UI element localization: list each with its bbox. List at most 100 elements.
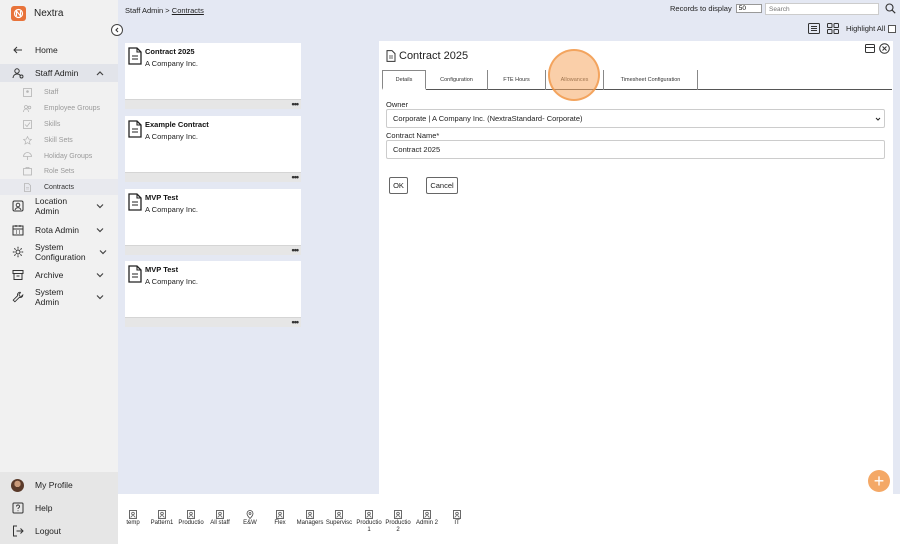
search-icon[interactable] [885,3,896,14]
sidebar-item-my-profile[interactable]: My Profile [0,477,118,493]
user-icon [394,510,402,519]
user-icon [276,510,284,519]
more-options-icon[interactable]: ••• [292,172,300,182]
chevron-up-icon [96,71,104,76]
tab-details[interactable]: Details [382,70,426,90]
document-icon [128,120,142,138]
sidebar-item-label: Location Admin [35,196,68,216]
sidebar-item-help[interactable]: Help [0,500,118,516]
sidebar-item-rota-admin[interactable]: Rota Admin [0,222,118,238]
calendar-icon [12,225,24,236]
tab-timesheet-configuration[interactable]: Timesheet Configuration [604,70,698,90]
sidebar-item-system-configuration[interactable]: System Configuration [0,242,118,262]
tray-item[interactable]: Productio 1 [354,510,384,534]
card-title: Example Contract [145,120,209,129]
panel-title: Contract 2025 [399,50,469,62]
records-label: Records to display [670,4,732,13]
sidebar-item-label: Home [35,45,58,55]
list-view-icon[interactable] [808,23,820,34]
sidebar-item-home[interactable]: Home [0,42,118,58]
card-footer: ••• [125,317,301,327]
chevron-down-icon [875,117,881,121]
user-icon [365,510,373,519]
card-title: Contract 2025 [145,47,195,56]
sidebar-subitem-employee-groups[interactable]: Employee Groups [0,100,118,116]
user-icon [335,510,343,519]
sidebar-subitem-label: Holiday Groups [44,152,93,160]
user-icon [216,510,224,519]
records-input[interactable] [735,4,762,13]
help-icon [12,502,24,514]
tab-allowances[interactable]: Allowances [546,70,604,90]
contract-card[interactable]: MVP Test A Company Inc. ••• [125,261,301,327]
grid-view-icon[interactable] [827,23,839,34]
breadcrumb-current[interactable]: Contracts [172,6,204,15]
highlight-all-label: Highlight All [846,24,886,33]
cancel-button[interactable]: Cancel [426,177,458,194]
search-input[interactable] [765,3,879,15]
highlight-all: Highlight All [846,24,897,33]
sidebar-subitem-skill-sets[interactable]: Skill Sets [0,132,118,148]
archive-icon [12,270,24,280]
user-icon [453,510,461,519]
tray-item-label: Productio 2 [385,520,411,533]
tray-item[interactable]: Productio [176,510,206,527]
more-options-icon[interactable]: ••• [292,317,300,327]
contract-name-input[interactable] [386,140,885,159]
avatar [11,478,24,492]
document-icon [128,265,142,283]
collapse-sidebar-button[interactable] [111,24,123,36]
user-icon [423,510,431,519]
restore-window-icon[interactable] [865,44,875,53]
sidebar-subitem-label: Staff [44,88,59,96]
tray-item[interactable]: Managers [295,510,325,527]
more-options-icon[interactable]: ••• [292,99,300,109]
breadcrumb-parent[interactable]: Staff Admin [125,6,163,15]
brand[interactable]: Nextra [11,6,63,21]
tray-item-label: Flex [274,520,286,526]
sidebar-subitem-skills[interactable]: Skills [0,116,118,132]
tray-item[interactable]: Flex [265,510,295,527]
tray-item-label: Supervisc [325,520,353,526]
breadcrumb: Staff Admin > Contracts [125,6,204,15]
tray-item[interactable]: IT [442,510,472,527]
sidebar-subitem-label: Skills [44,120,61,128]
chevron-down-icon [96,273,104,278]
sidebar-item-label: Logout [35,526,61,536]
add-button[interactable]: + [868,470,890,492]
tab-fte-hours[interactable]: FTE Hours [488,70,546,90]
sidebar-subitem-contracts[interactable]: Contracts [0,179,118,195]
sidebar-subitem-holiday-groups[interactable]: Holiday Groups [0,148,118,164]
chevron-left-icon [115,27,119,33]
more-options-icon[interactable]: ••• [292,245,300,255]
sidebar-item-logout[interactable]: Logout [0,523,118,539]
sidebar-item-location-admin[interactable]: Location Admin [0,196,118,216]
sidebar-item-label: Help [35,503,53,513]
highlight-all-checkbox[interactable] [888,24,897,33]
ok-button[interactable]: OK [389,177,408,194]
tray-item[interactable]: Pattern1 [147,510,177,527]
wrench-icon [12,291,24,303]
sidebar-item-archive[interactable]: Archive [0,267,118,283]
document-icon [128,47,142,65]
sidebar-item-staff-admin[interactable]: Staff Admin [0,64,118,82]
tab-configuration[interactable]: Configuration [426,70,488,90]
tray-item[interactable]: temp [118,510,148,527]
sidebar-subitem-role-sets[interactable]: Role Sets [0,163,118,179]
sidebar-subitem-staff[interactable]: Staff [0,84,118,100]
close-icon[interactable] [879,43,890,54]
owner-select[interactable]: Corporate | A Company Inc. (NextraStanda… [386,109,885,128]
tray-item[interactable]: All staff [205,510,235,527]
tray-item[interactable]: Supervisc [324,510,354,527]
contract-card[interactable]: Example Contract A Company Inc. ••• [125,116,301,182]
contract-card[interactable]: MVP Test A Company Inc. ••• [125,189,301,255]
sidebar-footer: My Profile Help Logout [0,472,118,544]
sidebar-item-label: System Configuration [35,242,86,262]
logout-icon [13,525,24,537]
gear-icon [12,246,24,258]
tray-item[interactable]: E&W [235,510,265,527]
contract-card[interactable]: Contract 2025 A Company Inc. ••• [125,43,301,109]
sidebar-item-system-admin[interactable]: System Admin [0,287,118,307]
tray-item[interactable]: Productio 2 [383,510,413,534]
tray-item[interactable]: Admin 2 [412,510,442,527]
